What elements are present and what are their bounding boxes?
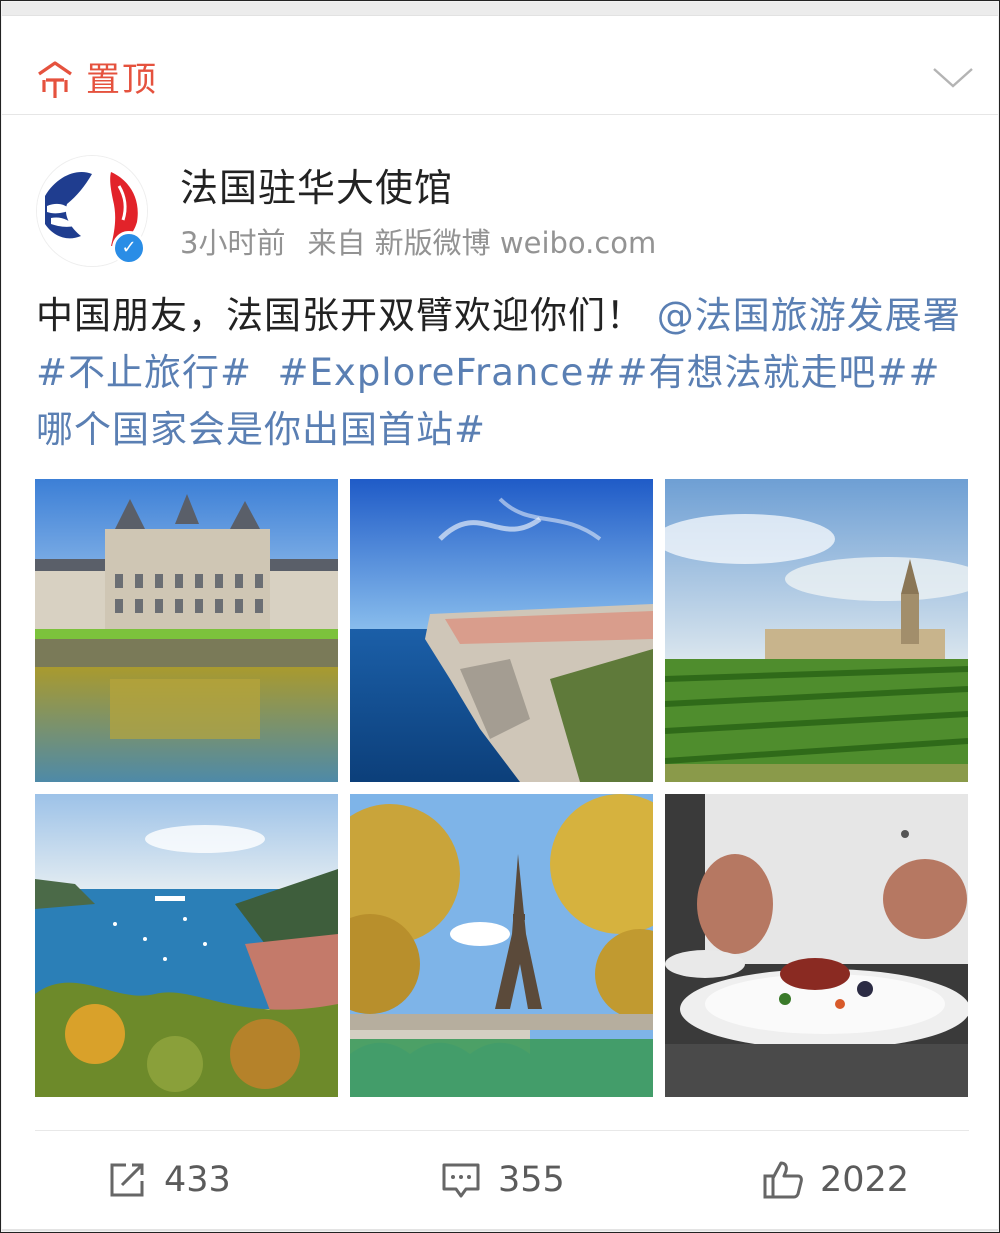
repost-button[interactable]: 433 <box>106 1155 231 1205</box>
comment-count: 355 <box>498 1160 565 1200</box>
weibo-post-card: ✓ 法国驻华大使馆 3小时前 来自 新版微博 weibo.com 中国朋友，法国张… <box>2 115 998 1231</box>
post-text: 中国朋友，法国张开双臂欢迎你们！ @法国旅游发展署 #不止旅行# #Explor… <box>36 287 976 458</box>
bottom-border <box>2 1229 998 1231</box>
comment-icon <box>442 1163 480 1198</box>
photo-chateau[interactable] <box>35 479 338 782</box>
hashtag-link[interactable]: #有想法就走吧# <box>616 351 908 394</box>
post-time: 3小时前 <box>180 226 286 260</box>
mention-link[interactable]: @法国旅游发展署 <box>657 294 961 337</box>
photo-vineyard[interactable] <box>665 479 968 782</box>
pinned-label: 置顶 <box>86 60 158 100</box>
like-button[interactable]: 2022 <box>762 1155 909 1205</box>
like-count: 2022 <box>820 1160 910 1200</box>
comment-button[interactable]: 355 <box>440 1155 565 1205</box>
screenshot-frame: 置顶 ✓ 法国驻华大使馆 3小时前 来自 新版微博 weibo.com 中国朋友，… <box>0 0 1000 1233</box>
photo-cliffs[interactable] <box>350 479 653 782</box>
pin-top-icon <box>38 61 72 98</box>
repost-count: 433 <box>164 1160 231 1200</box>
photo-bay[interactable] <box>35 794 338 1097</box>
thumbs-up-icon <box>763 1161 803 1199</box>
divider <box>35 1130 969 1131</box>
photo-grid <box>35 479 969 1097</box>
pinned-bar: 置顶 <box>2 16 998 115</box>
chevron-down-icon[interactable] <box>932 66 974 90</box>
photo-chef[interactable] <box>665 794 968 1097</box>
hashtag-link[interactable]: #不止旅行# <box>36 351 252 394</box>
user-name[interactable]: 法国驻华大使馆 <box>180 165 453 211</box>
post-meta: 3小时前 来自 新版微博 weibo.com <box>180 225 656 261</box>
share-icon <box>110 1163 144 1197</box>
hashtag-link[interactable]: #ExploreFrance# <box>278 351 617 394</box>
verified-badge-icon: ✓ <box>112 231 146 265</box>
post-source: 来自 新版微博 weibo.com <box>307 226 657 260</box>
post-text-plain: 中国朋友，法国张开双臂欢迎你们！ <box>36 294 644 337</box>
top-strip <box>2 2 998 16</box>
photo-eiffel[interactable] <box>350 794 653 1097</box>
